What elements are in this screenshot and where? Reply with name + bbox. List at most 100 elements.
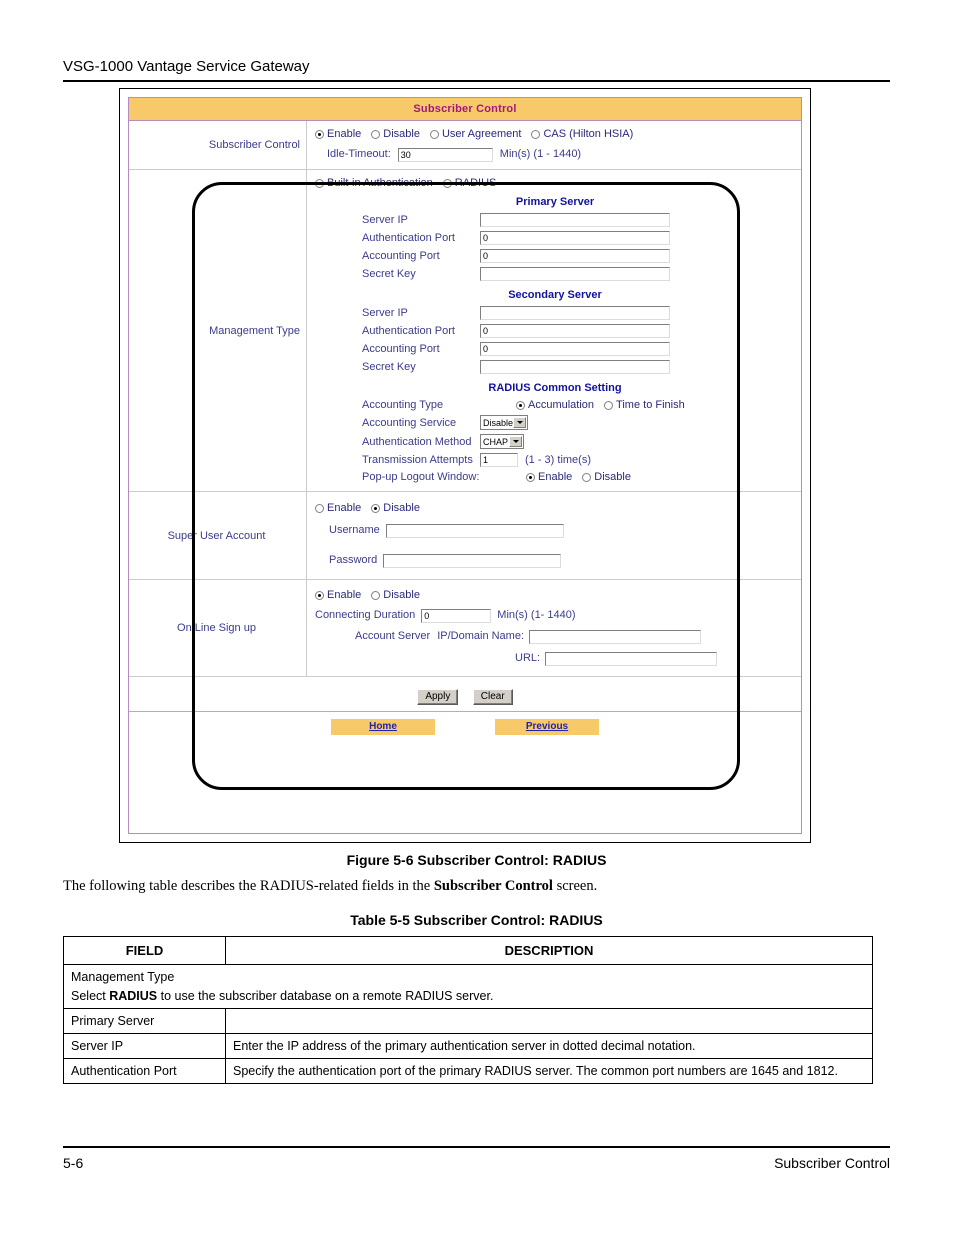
primary-server-ip-label: Server IP — [362, 214, 408, 226]
subscriber-control-values: Enable Disable User Agreement CAS (Hilto… — [307, 121, 801, 169]
radio-signup-enable[interactable] — [315, 591, 324, 600]
row-management-type: Management Type Built-in Authentication … — [129, 170, 801, 492]
table-row: Server IP Enter the IP address of the pr… — [63, 1033, 873, 1059]
row-subscriber-control: Subscriber Control Enable Disable User A… — [129, 121, 801, 170]
field-description-table: FIELD DESCRIPTION Management Type Select… — [63, 936, 873, 1084]
table-cell-field-server-ip: Server IP — [63, 1033, 226, 1059]
web-ui-frame: Subscriber Control Subscriber Control En… — [128, 97, 802, 834]
radio-radius-label: RADIUS — [454, 177, 497, 189]
account-server-row: Account Server IP/Domain Name: — [315, 628, 795, 645]
primary-acct-port-row: Accounting Port 0 — [315, 249, 795, 263]
secondary-server-heading: Secondary Server — [508, 289, 602, 301]
table-cell-desc-server-ip: Enter the IP address of the primary auth… — [225, 1033, 873, 1059]
radio-superuser-enable-label: Enable — [327, 502, 362, 514]
account-server-label: Account Server — [355, 630, 431, 642]
url-input[interactable] — [545, 651, 718, 666]
radio-cas-label: CAS (Hilton HSIA) — [543, 128, 634, 140]
row-super-user-account: Super User Account Enable Disable Userna… — [129, 492, 801, 580]
management-type-desc: Select RADIUS to use the subscriber data… — [71, 989, 865, 1003]
running-header: VSG-1000 Vantage Service Gateway — [63, 58, 310, 75]
subscriber-control-modes: Enable Disable User Agreement CAS (Hilto… — [315, 126, 795, 143]
password-row: Password — [315, 552, 795, 569]
management-type-heading: Management Type — [71, 970, 175, 984]
radio-signup-enable-label: Enable — [327, 589, 362, 601]
connecting-duration-input[interactable]: 0 — [421, 608, 492, 623]
radio-enable[interactable] — [315, 130, 324, 139]
username-input[interactable] — [385, 523, 564, 538]
primary-secret-key-label: Secret Key — [362, 268, 416, 280]
radio-disable[interactable] — [371, 130, 381, 139]
radio-cas[interactable] — [531, 130, 541, 139]
previous-link[interactable]: Previous — [495, 719, 599, 735]
radio-superuser-enable[interactable] — [315, 504, 324, 513]
figure-screenshot: Subscriber Control Subscriber Control En… — [119, 88, 811, 843]
intro-paragraph-post: screen. — [552, 878, 598, 894]
transmission-attempts-input[interactable]: 1 — [480, 453, 518, 467]
primary-acct-port-input[interactable]: 0 — [480, 249, 670, 263]
online-signup-values: Enable Disable Connecting Duration 0 Min… — [307, 580, 801, 676]
primary-server-heading: Primary Server — [515, 196, 595, 208]
accounting-type-row: Accounting Type Accumulation Time to Fin… — [315, 399, 795, 411]
radio-user-agreement-label: User Agreement — [441, 128, 522, 140]
row-online-signup: On Line Sign up Enable Disable Connectin… — [129, 580, 801, 677]
accounting-service-row: Accounting Service Disable — [315, 415, 795, 430]
radio-radius[interactable] — [442, 179, 452, 188]
secondary-secret-key-input[interactable] — [480, 360, 670, 374]
chevron-down-icon — [513, 440, 519, 443]
accounting-type-label: Accounting Type — [362, 399, 444, 411]
footer-link-bar: Home Previous — [129, 711, 801, 741]
password-input[interactable] — [383, 553, 562, 568]
apply-button[interactable]: Apply — [417, 689, 459, 705]
table-header-description: DESCRIPTION — [225, 936, 873, 965]
transmission-attempts-label: Transmission Attempts — [362, 454, 473, 466]
radio-popup-enable[interactable] — [526, 472, 535, 482]
secondary-server-ip-input[interactable] — [480, 306, 670, 320]
primary-server-ip-input[interactable] — [480, 213, 670, 227]
radio-user-agreement[interactable] — [429, 130, 439, 139]
radio-enable-label: Enable — [327, 128, 362, 140]
radio-signup-disable[interactable] — [371, 591, 381, 600]
idle-timeout-input[interactable]: 30 — [397, 147, 493, 162]
auth-mode-options: Built-in Authentication RADIUS — [315, 175, 795, 192]
secondary-auth-port-input[interactable]: 0 — [480, 324, 670, 338]
secondary-acct-port-input[interactable]: 0 — [480, 342, 670, 356]
auth-method-select[interactable]: CHAP — [480, 434, 524, 449]
page-title-bar: Subscriber Control — [129, 98, 801, 121]
primary-auth-port-input[interactable]: 0 — [480, 231, 670, 245]
home-link[interactable]: Home — [331, 719, 435, 735]
secondary-server-ip-label: Server IP — [362, 307, 408, 319]
mt-desc-pre: Select — [71, 989, 110, 1003]
radio-superuser-disable[interactable] — [371, 504, 381, 513]
idle-timeout-hint: Min(s) (1 - 1440) — [499, 148, 582, 160]
password-label: Password — [329, 554, 378, 566]
radio-popup-disable[interactable] — [582, 472, 592, 482]
clear-button[interactable]: Clear — [472, 689, 513, 705]
secondary-secret-key-row: Secret Key — [315, 360, 795, 374]
radio-builtin-auth[interactable] — [315, 179, 324, 188]
table-cell-field-auth-port: Authentication Port — [63, 1058, 226, 1084]
radio-time-to-finish-label: Time to Finish — [616, 399, 685, 411]
transmission-attempts-row: Transmission Attempts 1 (1 - 3) time(s) — [315, 453, 795, 467]
table-header-field: FIELD — [63, 936, 226, 965]
secondary-acct-port-row: Accounting Port 0 — [315, 342, 795, 356]
super-user-options: Enable Disable — [315, 500, 795, 517]
radio-time-to-finish[interactable] — [604, 400, 614, 410]
primary-server-ip-row: Server IP — [315, 213, 795, 227]
ip-domain-input[interactable] — [529, 629, 702, 644]
accounting-service-value: Disable — [483, 418, 514, 428]
primary-secret-key-input[interactable] — [480, 267, 670, 281]
form-action-bar: Apply Clear — [129, 677, 801, 711]
radio-popup-enable-label: Enable — [538, 471, 573, 483]
radio-signup-disable-label: Disable — [383, 589, 420, 601]
table-cell-management-type: Management Type Select RADIUS to use the… — [63, 964, 873, 1009]
username-label: Username — [329, 524, 380, 536]
table-caption: Table 5-5 Subscriber Control: RADIUS — [350, 912, 603, 928]
secondary-secret-key-label: Secret Key — [362, 361, 416, 373]
table-row: Management Type Select RADIUS to use the… — [63, 964, 873, 1009]
table-cell-field-primary-server: Primary Server — [63, 1008, 226, 1034]
primary-auth-port-label: Authentication Port — [362, 232, 455, 244]
table-row: Primary Server — [63, 1008, 873, 1034]
radio-accumulation[interactable] — [516, 400, 525, 410]
online-signup-options: Enable Disable — [315, 587, 795, 604]
accounting-service-select[interactable]: Disable — [480, 415, 528, 430]
